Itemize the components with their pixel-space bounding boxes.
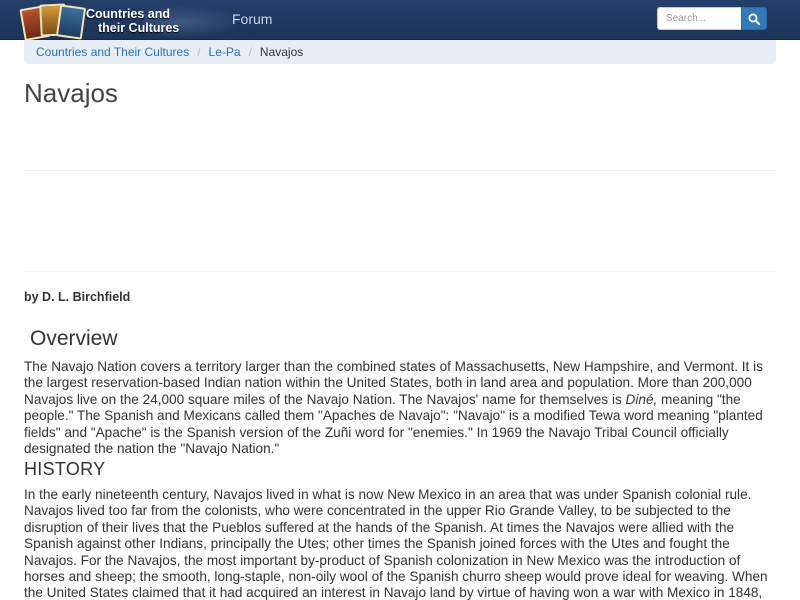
breadcrumb: Countries and Their Cultures / Le-Pa / Navaj…	[24, 40, 776, 64]
breadcrumb-current: Navajos	[259, 45, 304, 59]
history-paragraph: In the early nineteenth century, Navajos…	[24, 487, 768, 600]
section-heading-history: HISTORY	[24, 459, 106, 479]
site-name-line2: their Cultures	[98, 21, 180, 35]
logo-image-cards	[19, 3, 87, 42]
search-input[interactable]	[657, 7, 741, 30]
nav-forum-link[interactable]: Forum	[232, 11, 272, 27]
breadcrumb-le-pa-link[interactable]: Le-Pa	[209, 45, 241, 59]
section-heading-overview: Overview	[30, 327, 118, 350]
search-button[interactable]	[741, 7, 767, 30]
site-name-line1: Countries and	[86, 7, 171, 21]
breadcrumb-separator: /	[197, 45, 201, 59]
page-title: Navajos	[24, 78, 118, 108]
top-navbar: Countries and their Cultures Forum	[0, 0, 800, 42]
divider	[24, 271, 776, 272]
site-name: Countries and their Cultures	[86, 7, 216, 35]
search-icon	[748, 13, 760, 25]
overview-italic-term: Diné,	[625, 391, 658, 407]
overview-paragraph: The Navajo Nation covers a territory lar…	[24, 359, 782, 457]
breadcrumb-separator: /	[248, 45, 252, 59]
site-logo[interactable]: Countries and their Cultures	[19, 3, 242, 42]
breadcrumb-countries-link[interactable]: Countries and Their Cultures	[36, 45, 189, 59]
divider	[24, 170, 776, 171]
article-author: by D. L. Birchfield	[24, 290, 131, 304]
